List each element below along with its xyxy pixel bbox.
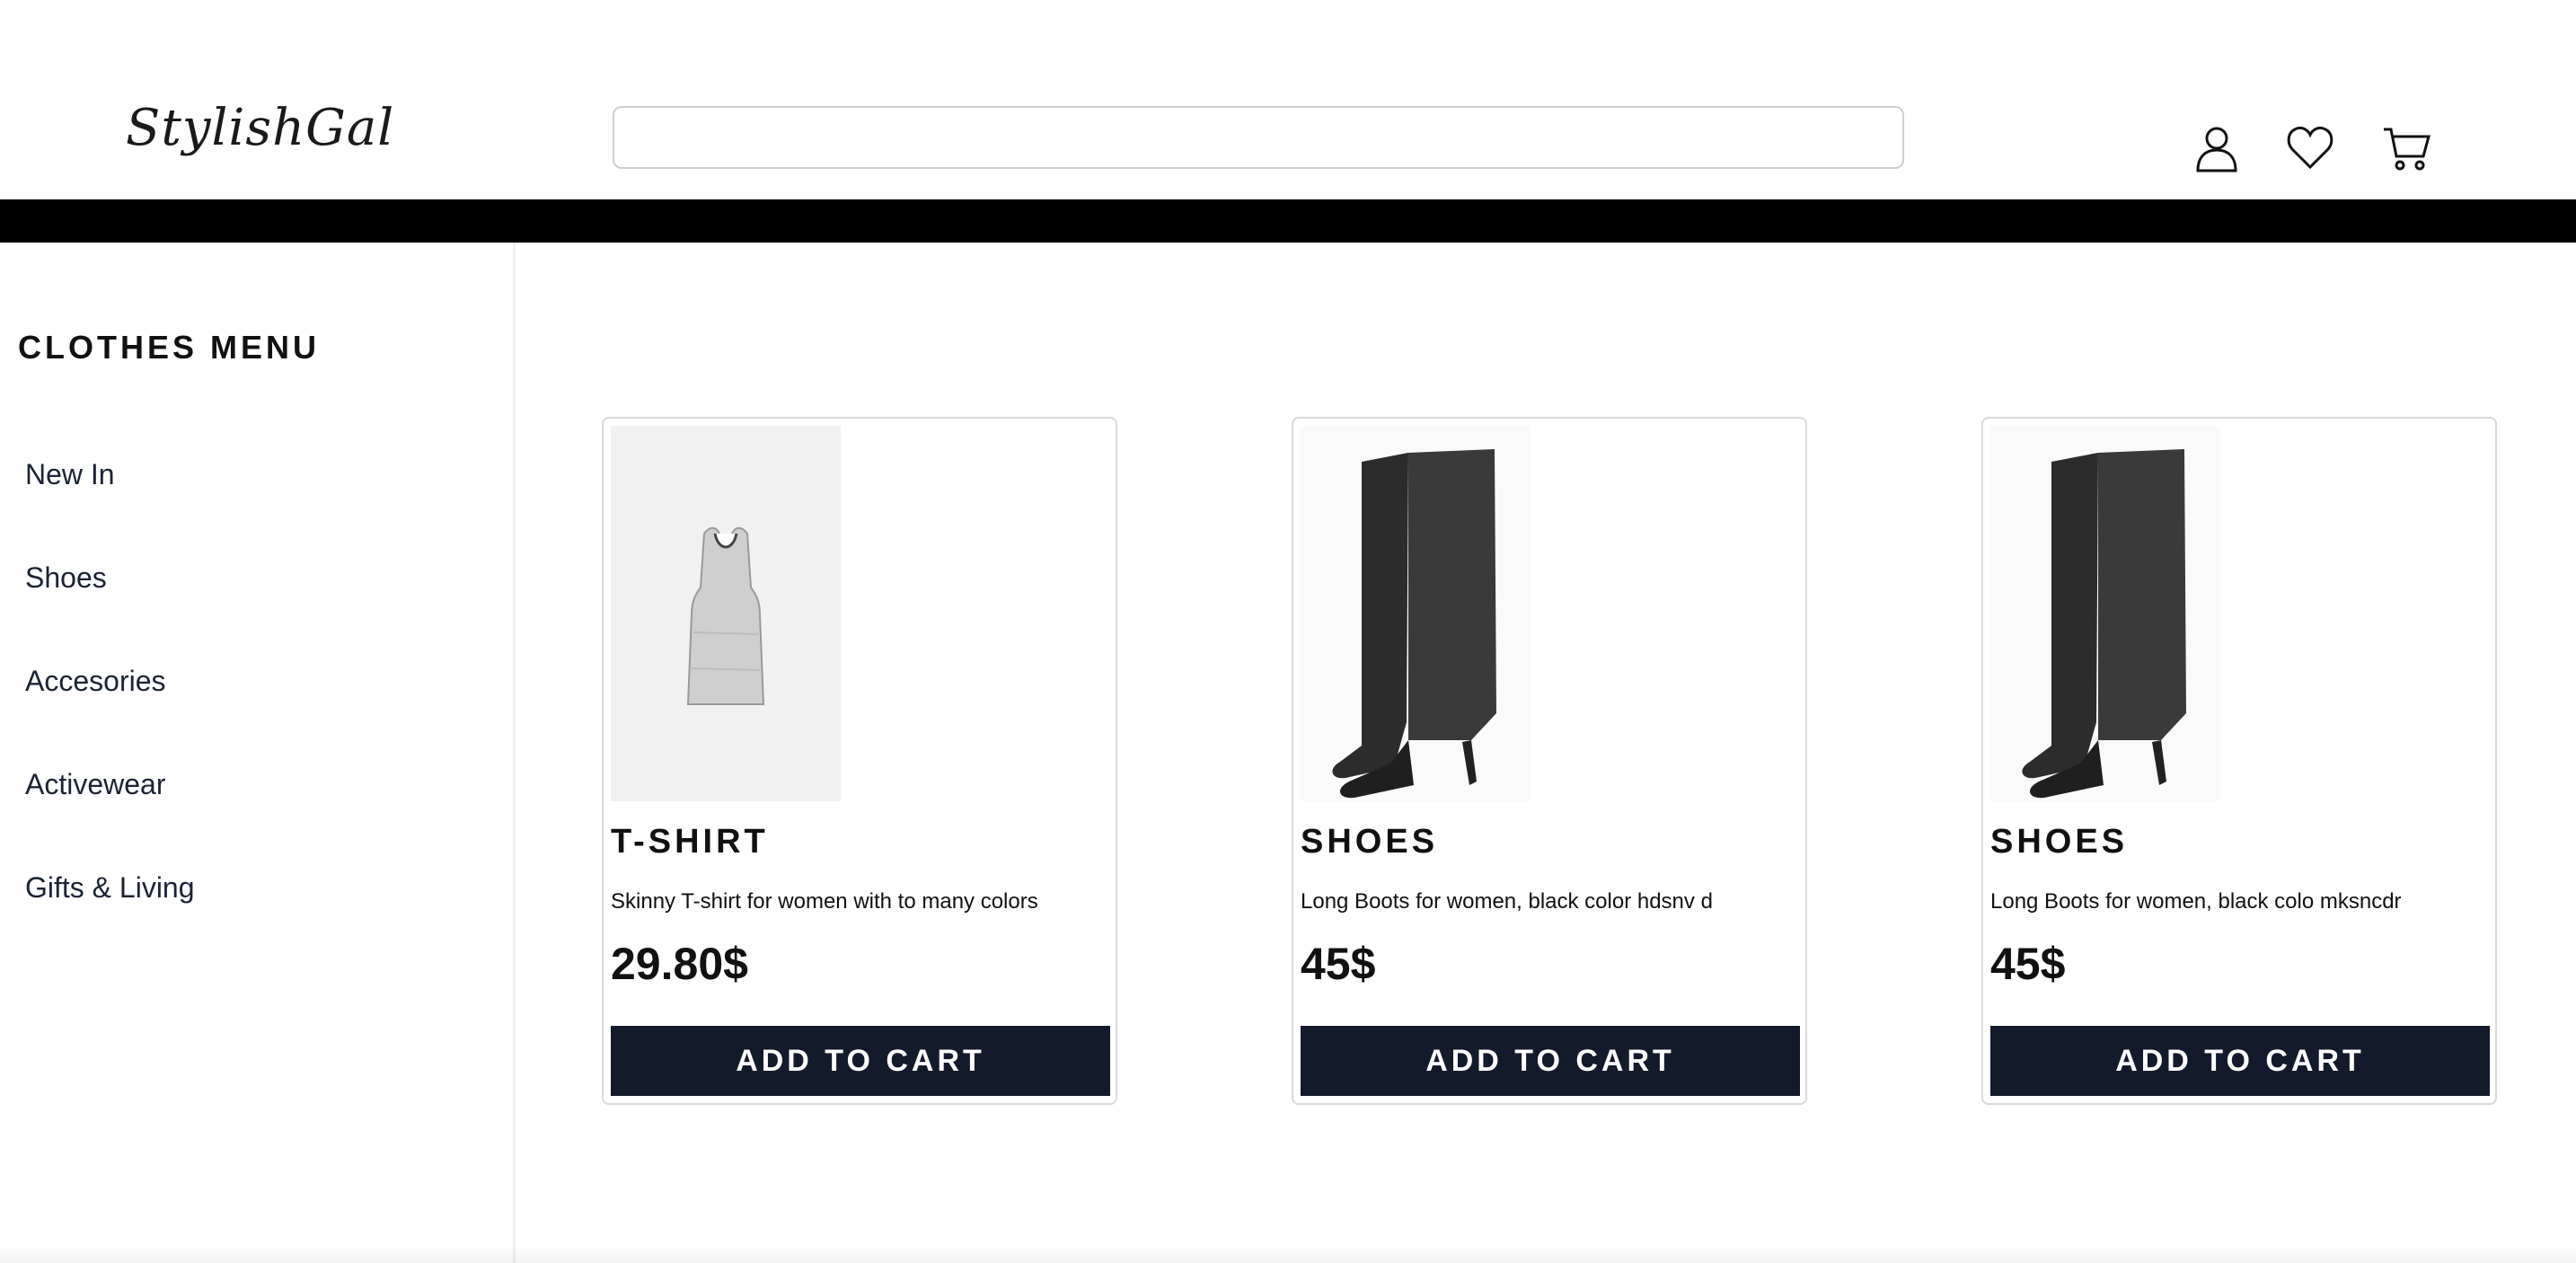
add-to-cart-button[interactable]: ADD TO CART — [1990, 1026, 2490, 1096]
menu-item-new-in[interactable]: New In — [25, 458, 115, 491]
product-category: SHOES — [1301, 823, 1439, 861]
menu-item-activewear[interactable]: Activewear — [25, 768, 166, 801]
product-price: 45$ — [1301, 939, 1376, 989]
menu-item-accesories[interactable]: Accesories — [25, 665, 166, 698]
site-logo[interactable]: StylishGal — [126, 99, 394, 157]
product-card: T-SHIRT Skinny T-shirt for women with to… — [602, 417, 1117, 1105]
top-banner-band — [0, 199, 2576, 243]
site-header: StylishGal — [0, 0, 2576, 199]
product-category: SHOES — [1990, 823, 2129, 861]
product-price: 45$ — [1990, 939, 2066, 989]
menu-item-shoes[interactable]: Shoes — [25, 561, 107, 595]
product-description: Long Boots for women, black colo mksncdr — [1990, 889, 2402, 914]
boots-image[interactable] — [1301, 426, 1531, 801]
product-price: 29.80$ — [611, 939, 748, 989]
search-input[interactable] — [613, 106, 1904, 169]
add-to-cart-button[interactable]: ADD TO CART — [1301, 1026, 1800, 1096]
product-description: Skinny T-shirt for women with to many co… — [611, 889, 1038, 914]
product-description: Long Boots for women, black color hdsnv … — [1301, 889, 1713, 914]
product-category: T-SHIRT — [611, 823, 769, 861]
clothes-menu-sidebar: CLOTHES MENU New In Shoes Accesories Act… — [0, 243, 516, 1263]
add-to-cart-button[interactable]: ADD TO CART — [611, 1026, 1110, 1096]
boots-image[interactable] — [1990, 426, 2220, 801]
tank-top-image[interactable] — [611, 426, 841, 801]
product-card: SHOES Long Boots for women, black colo m… — [1981, 417, 2497, 1105]
menu-item-gifts-living[interactable]: Gifts & Living — [25, 871, 195, 905]
page-bottom-edge — [0, 1245, 2576, 1263]
cart-icon[interactable] — [2382, 122, 2432, 176]
heart-icon[interactable] — [2285, 122, 2335, 176]
product-card: SHOES Long Boots for women, black color … — [1292, 417, 1807, 1105]
user-icon[interactable] — [2192, 122, 2242, 176]
menu-title: CLOTHES MENU — [18, 329, 320, 366]
